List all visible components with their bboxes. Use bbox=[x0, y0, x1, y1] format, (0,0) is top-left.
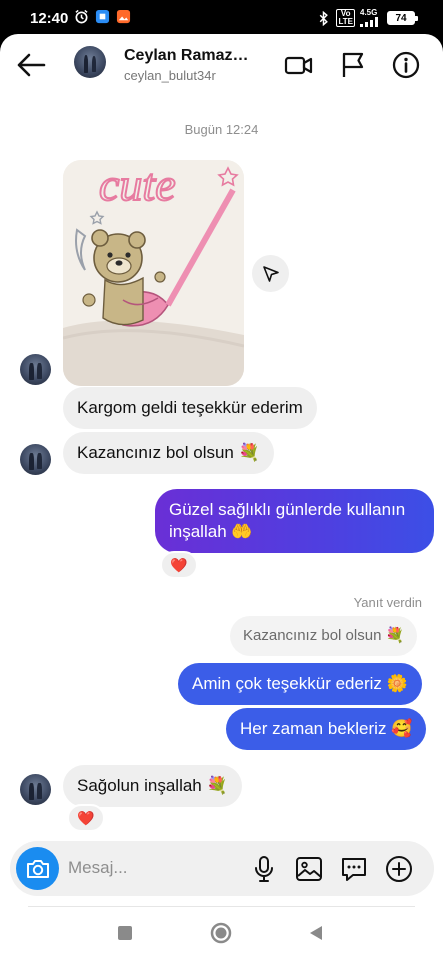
flag-icon[interactable] bbox=[338, 50, 368, 80]
send-icon bbox=[262, 265, 279, 282]
message-outgoing[interactable]: Amin çok teşekkür ederiz 🌼 bbox=[178, 663, 422, 705]
heart-reaction: ❤️ bbox=[77, 809, 95, 826]
video-camera-icon[interactable] bbox=[284, 50, 314, 80]
photo-app-notification-icon bbox=[116, 9, 131, 24]
chat-header: Ceylan Ramaza... ceylan_bulut34r bbox=[0, 34, 443, 96]
status-bar: 12:40 Vo LTE 4.5G 74 bbox=[0, 0, 443, 36]
message-incoming[interactable]: Kazancınız bol olsun 💐 bbox=[63, 432, 274, 474]
status-time: 12:40 bbox=[30, 10, 69, 27]
message-text: Sağolun inşallah 💐 bbox=[77, 776, 228, 795]
camera-icon bbox=[26, 859, 49, 878]
contact-username[interactable]: ceylan_bulut34r bbox=[124, 68, 216, 83]
replied-to-text: Kazancınız bol olsun 💐 bbox=[243, 627, 405, 644]
message-incoming[interactable]: Sağolun inşallah 💐 bbox=[63, 765, 242, 807]
message-text: Kazancınız bol olsun 💐 bbox=[77, 443, 260, 462]
camera-button[interactable] bbox=[16, 847, 59, 890]
status-notification-icons bbox=[74, 9, 131, 24]
sender-avatar[interactable] bbox=[20, 354, 51, 385]
share-photo-button[interactable] bbox=[252, 255, 289, 292]
microphone-icon[interactable] bbox=[249, 854, 279, 884]
message-input[interactable] bbox=[68, 856, 228, 880]
shared-photo[interactable]: cute bbox=[63, 160, 244, 386]
battery-icon: 74 bbox=[387, 11, 418, 25]
contact-avatar[interactable] bbox=[74, 46, 106, 78]
message-text: Amin çok teşekkür ederiz 🌼 bbox=[192, 674, 408, 693]
message-reaction[interactable]: ❤️ bbox=[160, 551, 198, 579]
embroidered-bear-image: cute bbox=[63, 160, 244, 386]
network-type: 4.5G bbox=[360, 9, 382, 27]
message-composer bbox=[10, 841, 434, 896]
message-outgoing[interactable]: Her zaman bekleriz 🥰 bbox=[226, 708, 427, 750]
sticker-icon[interactable] bbox=[339, 854, 369, 884]
plus-circle-icon[interactable] bbox=[384, 854, 414, 884]
system-navigation-bar bbox=[0, 900, 443, 960]
recent-apps-icon[interactable] bbox=[114, 922, 136, 944]
battery-level: 74 bbox=[395, 12, 407, 24]
message-text: Kargom geldi teşekkür ederim bbox=[77, 398, 303, 417]
sender-avatar[interactable] bbox=[20, 444, 51, 475]
status-system-icons: Vo LTE 4.5G 74 bbox=[316, 9, 418, 27]
image-icon[interactable] bbox=[294, 854, 324, 884]
app-notification-icon bbox=[95, 9, 110, 24]
direct-message-screen: Ceylan Ramaza... ceylan_bulut34r Bugün 1… bbox=[0, 34, 443, 960]
phone-screen: 12:40 Vo LTE 4.5G 74 Ceylan Ramaza... ce… bbox=[0, 0, 443, 960]
alarm-icon bbox=[75, 9, 88, 24]
message-incoming[interactable]: Kargom geldi teşekkür ederim bbox=[63, 387, 317, 429]
signal-icon bbox=[360, 17, 378, 27]
photo-embroidery-text: cute bbox=[99, 160, 176, 210]
home-icon[interactable] bbox=[210, 922, 232, 944]
heart-reaction: ❤️ bbox=[170, 556, 188, 573]
message-text-line: inşallah 🤲 bbox=[169, 522, 253, 541]
chat-timestamp: Bugün 12:24 bbox=[184, 122, 259, 137]
sender-avatar[interactable] bbox=[20, 774, 51, 805]
volte-badge: Vo LTE bbox=[336, 9, 355, 27]
contact-name[interactable]: Ceylan Ramaza... bbox=[124, 47, 254, 65]
bluetooth-icon bbox=[320, 10, 329, 26]
info-icon[interactable] bbox=[391, 50, 421, 80]
message-reaction[interactable]: ❤️ bbox=[67, 804, 105, 832]
replied-to-message[interactable]: Kazancınız bol olsun 💐 bbox=[230, 616, 418, 656]
message-text-line: Güzel sağlıklı günlerde kullanın bbox=[169, 500, 406, 519]
back-triangle-icon[interactable] bbox=[305, 922, 327, 944]
arrow-left-icon[interactable] bbox=[14, 48, 48, 82]
message-text: Her zaman bekleriz 🥰 bbox=[240, 719, 413, 738]
divider bbox=[28, 906, 415, 907]
message-outgoing[interactable]: Güzel sağlıklı günlerde kullanın inşalla… bbox=[155, 489, 434, 553]
replied-label: Yanıt verdin bbox=[353, 595, 422, 610]
